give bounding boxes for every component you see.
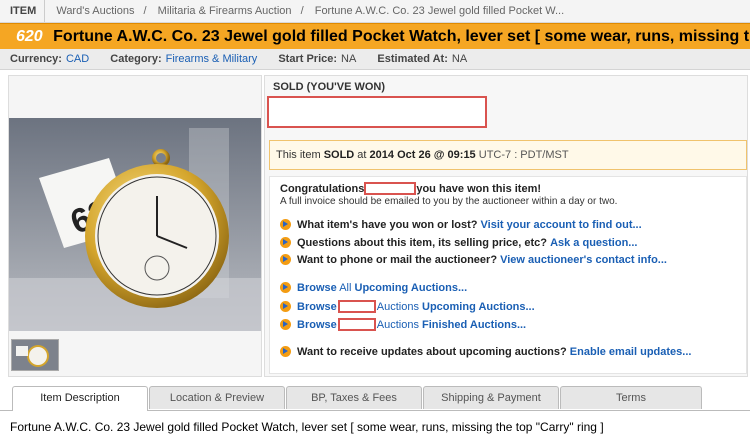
sold-info-box: This item SOLD at 2014 Oct 26 @ 09:15 UT… xyxy=(269,140,747,170)
won-lost-question: What item's have you won or lost? xyxy=(297,219,478,231)
browse-link-part[interactable]: Browse xyxy=(297,282,337,294)
currency-label: Currency: xyxy=(10,53,62,65)
won-lost-row: What item's have you won or lost? Visit … xyxy=(280,219,642,231)
tab-bp-taxes-fees[interactable]: BP, Taxes & Fees xyxy=(286,386,422,409)
contact-row: Want to phone or mail the auctioneer? Vi… xyxy=(280,254,667,266)
sold-timezone: UTC-7 : PDT/MST xyxy=(475,149,569,161)
browse-link-part[interactable]: Browse xyxy=(297,319,337,331)
breadcrumb-current-item: Fortune A.W.C. Co. 23 Jewel gold filled … xyxy=(314,5,565,17)
auctioneer-finished-link[interactable]: Finished Auctions... xyxy=(422,319,526,331)
item-main-photo[interactable]: 620 xyxy=(9,118,261,331)
item-thumbnail[interactable] xyxy=(11,339,59,371)
arrow-right-icon xyxy=(280,219,291,230)
lot-number: 620 xyxy=(16,28,43,45)
tab-shipping-payment[interactable]: Shipping & Payment xyxy=(423,386,559,409)
browse-upcoming-link[interactable]: Upcoming Auctions... xyxy=(355,282,468,294)
tab-item-description[interactable]: Item Description xyxy=(12,386,148,411)
breadcrumb-link-auctioneer[interactable]: Ward's Auctions xyxy=(48,5,134,17)
congrats-text-end: you have won this item! xyxy=(416,183,542,195)
browse-all-row[interactable]: Browse All Upcoming Auctions... xyxy=(280,282,467,294)
arrow-right-icon xyxy=(280,319,291,330)
updates-question: Want to receive updates about upcoming a… xyxy=(297,346,567,358)
auctioneer-upcoming-link[interactable]: Upcoming Auctions... xyxy=(422,301,535,313)
updates-row: Want to receive updates about upcoming a… xyxy=(280,346,691,358)
arrow-right-icon xyxy=(280,282,291,293)
questions-text: Questions about this item, its selling p… xyxy=(297,237,547,249)
estimated-label: Estimated At: xyxy=(377,53,448,65)
start-price-value: NA xyxy=(341,53,357,65)
breadcrumb-label: ITEM xyxy=(0,0,46,22)
tab-terms[interactable]: Terms xyxy=(560,386,702,409)
breadcrumb-link-auction[interactable]: Militaria & Firearms Auction xyxy=(150,5,292,17)
lot-title-bar: 620 Fortune A.W.C. Co. 23 Jewel gold fil… xyxy=(0,23,750,50)
item-meta-row: Currency: CAD Category: Firearms & Militar… xyxy=(0,49,750,70)
tab-location-preview[interactable]: Location & Preview xyxy=(149,386,285,409)
sold-status-header: SOLD (YOU'VE WON) xyxy=(273,81,386,93)
won-message-box: Congratulations you have won this item! A… xyxy=(269,176,747,374)
congrats-text: Congratulations xyxy=(280,183,365,195)
breadcrumb-separator: / xyxy=(300,5,304,17)
sold-word: SOLD xyxy=(323,149,355,161)
visit-account-link[interactable]: Visit your account to find out... xyxy=(481,219,642,231)
ask-question-link[interactable]: Ask a question... xyxy=(550,237,637,249)
arrow-right-icon xyxy=(280,237,291,248)
arrow-right-icon xyxy=(280,301,291,312)
browse-all-word[interactable]: All xyxy=(339,282,351,294)
start-price-label: Start Price: xyxy=(278,53,338,65)
lot-title: Fortune A.W.C. Co. 23 Jewel gold filled … xyxy=(53,28,750,45)
congrats-message: Congratulations you have won this item! xyxy=(280,182,541,195)
sold-prefix-text: This item xyxy=(276,149,324,161)
enable-email-updates-link[interactable]: Enable email updates... xyxy=(570,346,692,358)
estimated-value: NA xyxy=(451,53,468,65)
sold-datetime: 2014 Oct 26 @ 09:15 xyxy=(369,149,476,161)
item-description-text: Fortune A.W.C. Co. 23 Jewel gold filled … xyxy=(10,420,604,434)
redacted-auctioneer-name xyxy=(337,318,376,331)
contact-info-link[interactable]: View auctioneer's contact info... xyxy=(500,254,667,266)
redacted-username xyxy=(364,182,417,195)
contact-question: Want to phone or mail the auctioneer? xyxy=(297,254,498,266)
redacted-winning-bid-box xyxy=(267,96,487,128)
invoice-note: A full invoice should be emailed to you … xyxy=(280,196,618,207)
browse-auctioneer-finished-row[interactable]: Browse Auctions Finished Auctions... xyxy=(280,318,526,331)
arrow-right-icon xyxy=(280,346,291,357)
browse-auctions-word[interactable]: Auctions xyxy=(377,319,419,331)
breadcrumb-separator: / xyxy=(143,5,147,17)
sold-at-text: at xyxy=(354,149,370,161)
bid-status-panel: SOLD (YOU'VE WON) This item SOLD at 2014… xyxy=(264,75,748,377)
item-image-panel: 620 xyxy=(8,75,262,377)
category-label: Category: xyxy=(110,53,162,65)
category-link[interactable]: Firearms & Military xyxy=(166,53,258,65)
questions-row: Questions about this item, its selling p… xyxy=(280,237,637,249)
browse-auctioneer-upcoming-row[interactable]: Browse Auctions Upcoming Auctions... xyxy=(280,300,535,313)
item-tabs: Item Description Location & Preview BP, … xyxy=(0,386,750,411)
redacted-auctioneer-name xyxy=(337,300,376,313)
browse-auctions-word[interactable]: Auctions xyxy=(377,301,419,313)
currency-value[interactable]: CAD xyxy=(66,53,89,65)
breadcrumb: ITEM Ward's Auctions / Militaria & Firea… xyxy=(0,0,750,23)
arrow-right-icon xyxy=(280,254,291,265)
browse-link-part[interactable]: Browse xyxy=(297,301,337,313)
